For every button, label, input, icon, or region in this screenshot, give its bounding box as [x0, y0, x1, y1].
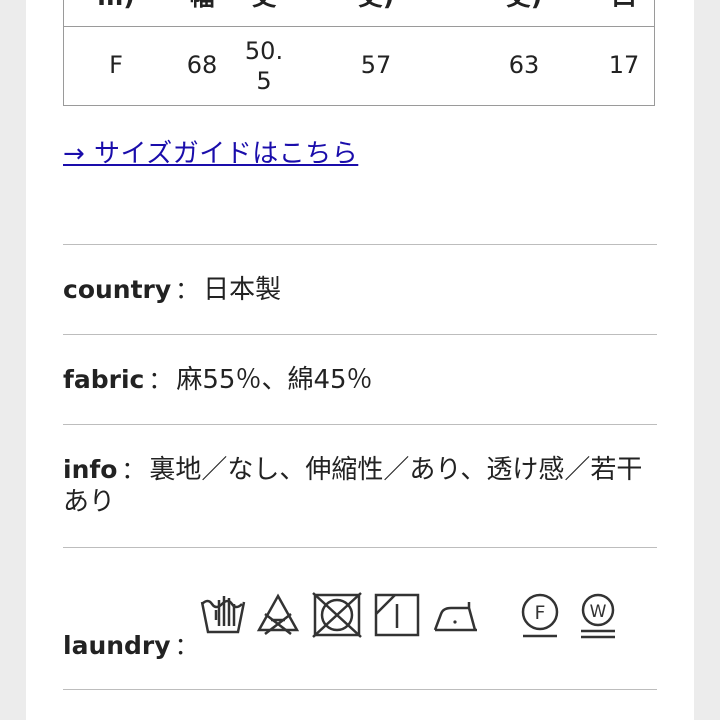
size-table-cell: 63	[508, 51, 540, 79]
dry-clean-letter: F	[535, 602, 546, 624]
product-detail-page: m) 幅 丈 丈) 丈) 口 F 68 50. 5 57 63 17 → サイズ…	[26, 0, 694, 720]
size-table-header: 丈)	[484, 0, 564, 12]
line-dry-shade-icon	[374, 593, 420, 637]
size-table-header: 幅	[172, 0, 232, 12]
spec-value: 日本製	[203, 275, 282, 305]
divider	[63, 547, 657, 548]
divider	[63, 334, 657, 335]
size-table-cell: 57	[360, 51, 392, 79]
divider	[63, 424, 657, 425]
spec-country: country：日本製	[63, 274, 657, 306]
spec-fabric: fabric：麻55％、綿45％	[63, 364, 657, 396]
iron-low-icon	[433, 602, 477, 632]
size-table-header: 丈)	[336, 0, 416, 12]
spec-separator: ：	[175, 276, 200, 304]
no-bleach-icon	[256, 593, 300, 635]
size-table-cell: 50. 5	[244, 37, 284, 95]
size-table-header: 丈	[234, 0, 294, 12]
spec-separator: ：	[174, 632, 199, 660]
size-table-header: m)	[86, 0, 146, 12]
spec-key: info	[63, 455, 118, 484]
spec-key: country	[63, 275, 172, 304]
table-divider	[64, 26, 654, 27]
size-table-cell: 68	[186, 51, 218, 79]
size-table-cell: F	[109, 51, 123, 79]
spec-separator: ：	[121, 456, 146, 484]
spec-key: fabric	[63, 365, 145, 394]
size-table-header: 口	[594, 0, 654, 12]
spec-info: info：裏地／なし、伸縮性／あり、透け感／若干あり	[63, 454, 657, 518]
divider	[63, 689, 657, 690]
dry-clean-f-icon: F	[521, 593, 559, 638]
divider	[63, 244, 657, 245]
wet-clean-letter: W	[590, 602, 607, 622]
wet-clean-w-icon: W	[581, 593, 615, 639]
spec-key: laundry	[63, 631, 171, 660]
size-guide-link[interactable]: → サイズガイドはこちら	[63, 133, 358, 170]
size-table-cell: 17	[608, 51, 640, 79]
size-table: m) 幅 丈 丈) 丈) 口 F 68 50. 5 57 63 17	[63, 0, 655, 106]
no-tumble-dry-icon	[312, 592, 362, 638]
spec-value: 裏地／なし、伸縮性／あり、透け感／若干あり	[63, 455, 643, 517]
spec-value: 麻55％、綿45％	[176, 365, 373, 395]
hand-wash-icon	[200, 596, 246, 634]
spec-separator: ：	[148, 366, 173, 394]
